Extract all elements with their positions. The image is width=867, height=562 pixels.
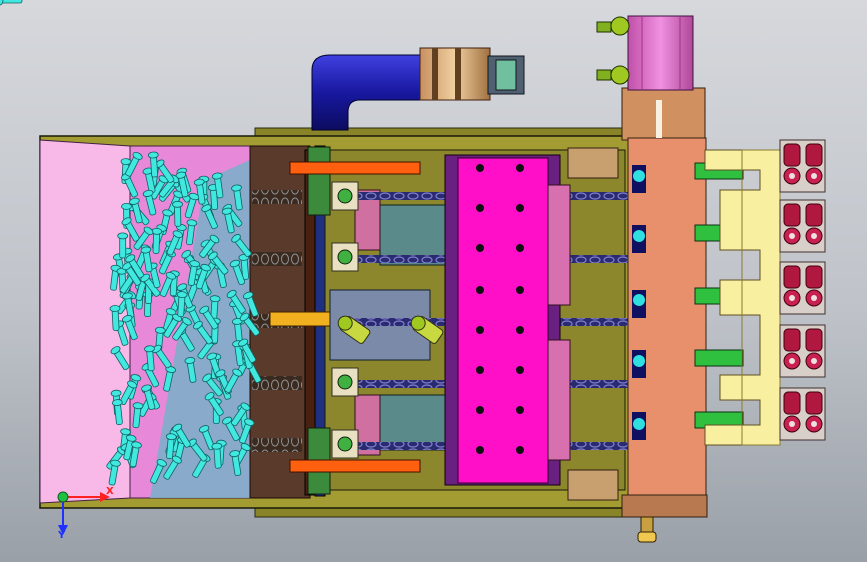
cad-viewport[interactable] [0, 0, 867, 562]
gold-rod-mid[interactable] [269, 311, 331, 327]
green-fitting-top[interactable] [596, 16, 630, 36]
green-fitting-bottom[interactable] [596, 65, 630, 85]
blue-elbow-pipe[interactable] [311, 47, 525, 131]
tan-block-top[interactable] [567, 147, 619, 179]
tan-block-bottom[interactable] [567, 469, 619, 501]
crimson-fittings[interactable] [779, 139, 826, 441]
pink-side-bar-lower[interactable] [547, 339, 571, 461]
pneumatic-cylinder[interactable] [627, 15, 694, 91]
orange-rod-top[interactable] [289, 161, 421, 175]
orange-rod-bottom[interactable] [289, 459, 421, 473]
magenta-plate[interactable] [444, 154, 561, 486]
cyan-parts-pile [0, 0, 23, 6]
machine-assembly[interactable] [0, 0, 826, 543]
axis-label-y: Y [58, 530, 66, 541]
pink-side-bar-upper[interactable] [547, 184, 571, 306]
bottom-nozzle[interactable] [637, 516, 657, 543]
end-block-top[interactable] [307, 146, 331, 216]
axis-label-x: X [106, 486, 114, 497]
